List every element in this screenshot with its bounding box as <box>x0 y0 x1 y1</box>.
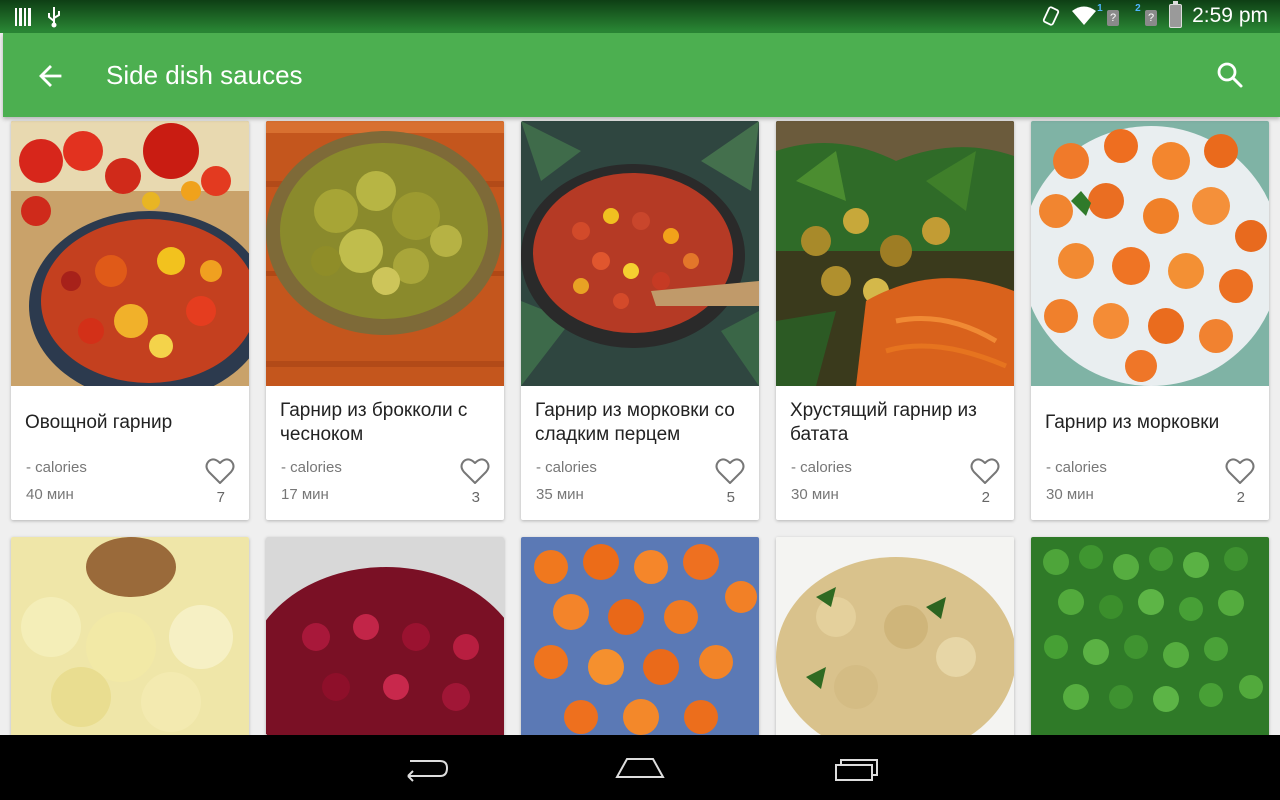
recipe-card[interactable]: Гарнир из морковки - calories 30 мин 2 <box>1031 121 1269 520</box>
sim-2-label: 2 <box>1135 3 1141 14</box>
recipe-card[interactable]: Хрустящий гарнир из батата - calories 30… <box>776 121 1014 520</box>
barcode-icon <box>15 8 31 26</box>
nav-recents-icon[interactable] <box>833 753 883 783</box>
nav-back-icon[interactable] <box>400 753 450 783</box>
usb-icon <box>48 7 60 28</box>
heart-icon[interactable] <box>1225 457 1255 485</box>
recipe-time: 30 мин <box>1046 486 1094 503</box>
app-bar: Side dish sauces <box>3 33 1280 117</box>
sim-1-label: 1 <box>1097 3 1103 14</box>
recipe-card[interactable]: Овощной гарнир - calories 40 мин 7 <box>11 121 249 520</box>
recipe-card[interactable]: Гарнир из морковки со сладким перцем - c… <box>521 121 759 520</box>
battery-icon <box>1169 1 1183 28</box>
like-count: 5 <box>726 489 735 506</box>
recipe-card[interactable] <box>11 537 249 737</box>
like-count: 2 <box>1236 489 1245 506</box>
recipe-calories: - calories <box>791 459 852 476</box>
heart-icon[interactable] <box>970 457 1000 485</box>
recipe-calories: - calories <box>281 459 342 476</box>
heart-icon[interactable] <box>715 457 745 485</box>
recipe-title: Овощной гарнир <box>25 412 173 433</box>
wifi-icon <box>1072 6 1097 25</box>
recipe-calories: - calories <box>1046 459 1107 476</box>
recipe-card[interactable] <box>1031 537 1269 737</box>
status-bar: 1 ? 2 ? 2:59 pm <box>0 0 1280 33</box>
recipe-title: Хрустящий гарнир из батата <box>790 400 977 445</box>
sim-1-icon: 1 ? <box>1097 3 1121 26</box>
recipe-title: Гарнир из морковки <box>1045 412 1220 433</box>
recipe-photo <box>266 121 504 386</box>
recipe-photo <box>521 121 759 386</box>
search-icon[interactable] <box>1214 59 1246 91</box>
recipe-photo <box>266 537 504 737</box>
recipe-time: 30 мин <box>791 486 839 503</box>
recipe-photo <box>521 537 759 737</box>
recipe-card[interactable] <box>521 537 759 737</box>
recipe-calories: - calories <box>26 459 87 476</box>
clock: 2:59 pm <box>1192 4 1268 27</box>
like-count: 2 <box>981 489 990 506</box>
recipe-photo <box>776 121 1014 386</box>
like-count: 7 <box>216 489 225 506</box>
recipe-calories: - calories <box>536 459 597 476</box>
sim-2-icon: 2 ? <box>1135 3 1159 26</box>
recipe-photo <box>11 537 249 737</box>
recipe-time: 40 мин <box>26 486 74 503</box>
recipe-card[interactable] <box>266 537 504 737</box>
recipe-title: Гарнир из брокколи с чесноком <box>280 400 468 445</box>
recipe-card[interactable] <box>776 537 1014 737</box>
recipe-photo <box>1031 537 1269 737</box>
recipe-photo <box>776 537 1014 737</box>
like-count: 3 <box>471 489 480 506</box>
recipe-title: Гарнир из морковки со сладким перцем <box>535 400 735 445</box>
recipe-time: 35 мин <box>536 486 584 503</box>
recipe-time: 17 мин <box>281 486 329 503</box>
recipe-grid: Овощной гарнир - calories 40 мин 7 Гарни… <box>11 121 1269 737</box>
arrow-back-icon[interactable] <box>33 59 67 93</box>
recipe-photo <box>1031 121 1269 386</box>
heart-icon[interactable] <box>205 457 235 485</box>
recipe-card[interactable]: Гарнир из брокколи с чесноком - calories… <box>266 121 504 520</box>
rotate-icon <box>1042 6 1060 26</box>
recipe-photo <box>11 121 249 386</box>
nav-home-icon[interactable] <box>615 753 665 783</box>
navigation-bar <box>0 735 1280 800</box>
page-title: Side dish sauces <box>106 60 303 90</box>
heart-icon[interactable] <box>460 457 490 485</box>
